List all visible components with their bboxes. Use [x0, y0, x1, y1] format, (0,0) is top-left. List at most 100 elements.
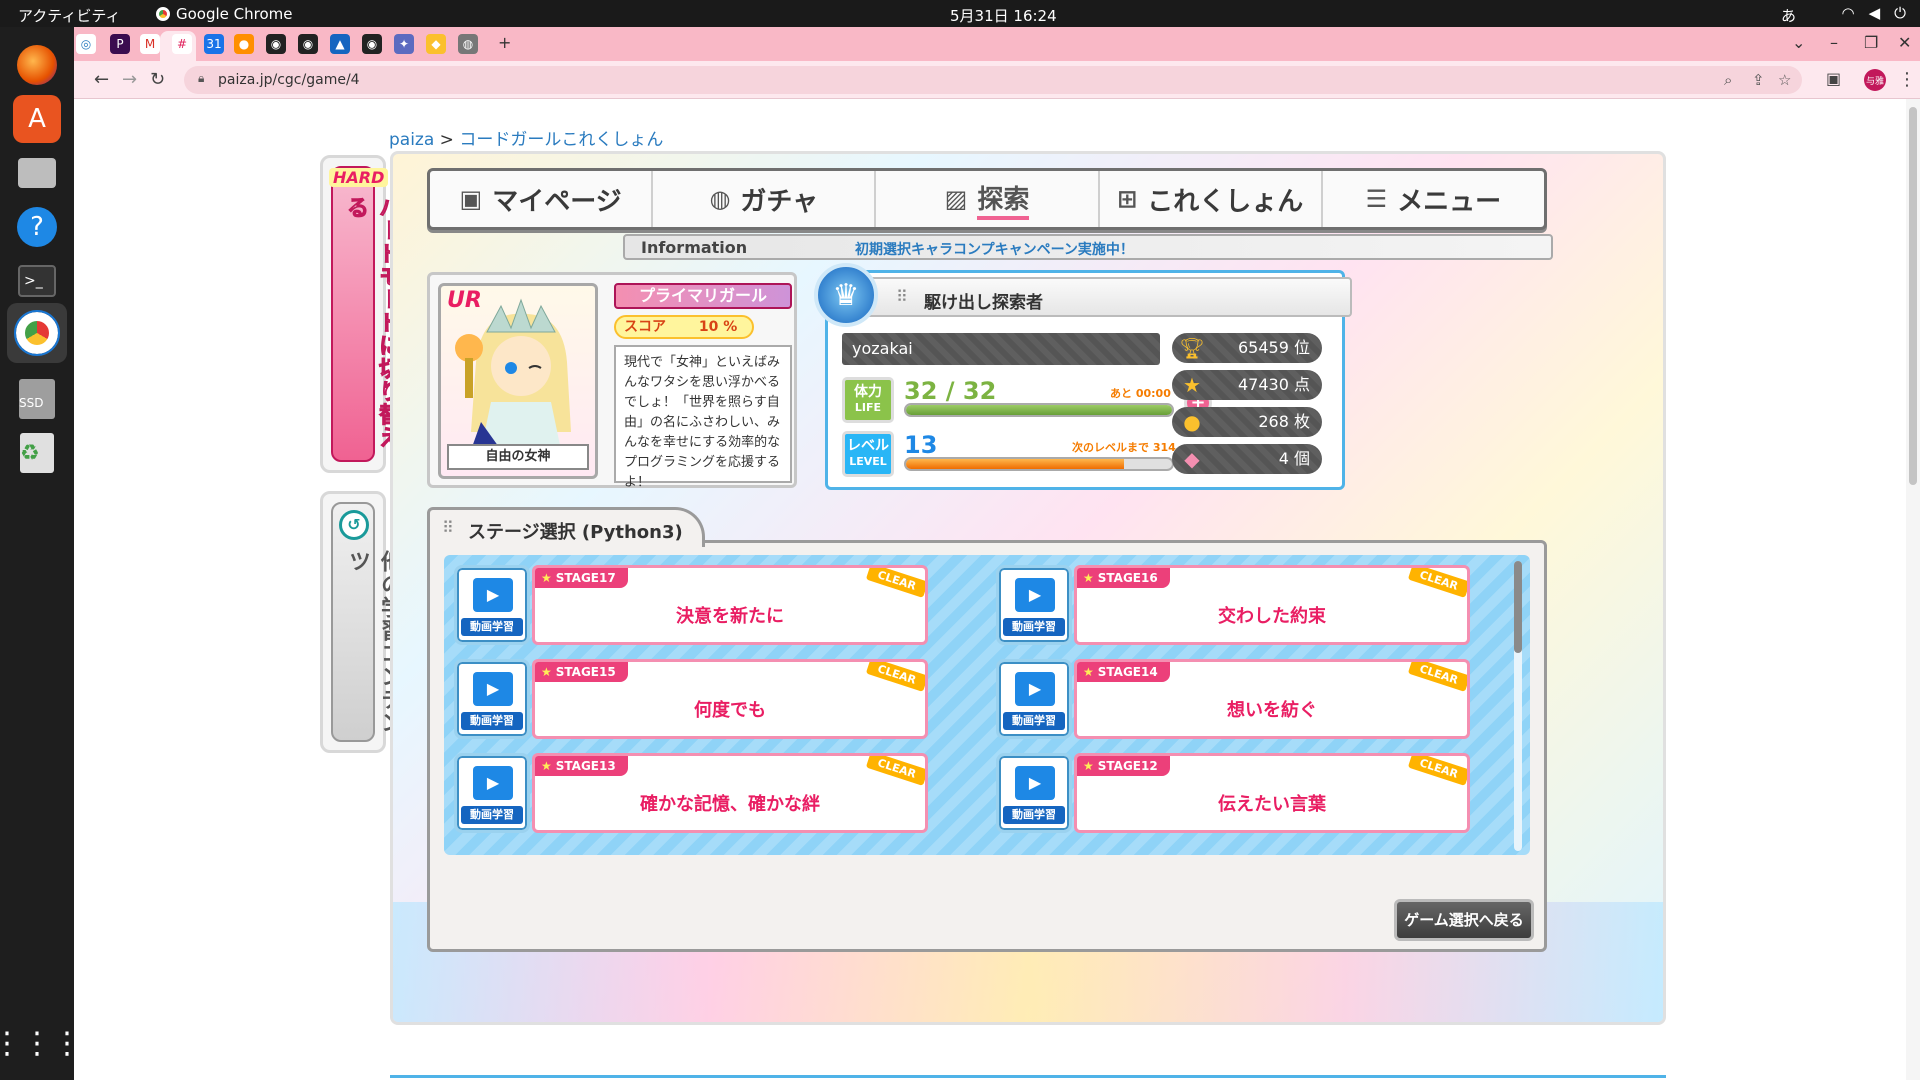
- stage-title: 確かな記憶、確かな絆: [640, 794, 820, 815]
- profile-avatar[interactable]: 与雅: [1864, 69, 1886, 91]
- character-portrait[interactable]: UR 自由の女神: [438, 283, 598, 479]
- stage-card[interactable]: STAGE14 CLEAR 想いを紡ぐ: [1074, 659, 1470, 739]
- help-icon[interactable]: ?: [13, 203, 61, 251]
- clear-badge: CLEAR: [1408, 662, 1467, 692]
- menu-explore-label: 探索: [977, 179, 1030, 220]
- maximize-button[interactable]: ❐: [1864, 33, 1878, 52]
- side-panel-icon[interactable]: ▣: [1826, 69, 1841, 88]
- profile-tab-icon[interactable]: ▲: [330, 34, 350, 54]
- video-lesson-button[interactable]: ▶ 動画学習: [996, 659, 1072, 739]
- coins-box: ● 268 枚: [1172, 407, 1322, 437]
- calendar-tab-icon[interactable]: 31: [204, 34, 224, 54]
- stage-list-scroll-thumb[interactable]: [1514, 561, 1522, 653]
- stage-card[interactable]: STAGE17 CLEAR 決意を新たに: [532, 565, 928, 645]
- life-bar: [904, 403, 1174, 417]
- input-method-indicator[interactable]: あ: [1781, 5, 1796, 26]
- menu-menu[interactable]: ☰ メニュー: [1323, 171, 1544, 227]
- star-icon: ★: [1183, 373, 1201, 397]
- menu-collection[interactable]: ⊞ これくしょん: [1100, 171, 1323, 227]
- tab-icon-orange[interactable]: ●: [234, 34, 254, 54]
- stage-title: 交わした約束: [1218, 606, 1326, 627]
- drive-icon[interactable]: SSD: [13, 375, 61, 423]
- paiza-tab-icon[interactable]: ◎: [76, 34, 96, 54]
- page-scrollbar[interactable]: [1906, 99, 1920, 1080]
- python-tab-icon[interactable]: ◆: [426, 34, 446, 54]
- tab-icon-blue[interactable]: ✦: [394, 34, 414, 54]
- github-tab-icon-3[interactable]: ◉: [362, 34, 382, 54]
- video-lesson-button[interactable]: ▶ 動画学習: [454, 753, 530, 833]
- video-lesson-button[interactable]: ▶ 動画学習: [996, 753, 1072, 833]
- github-tab-icon-2[interactable]: ◉: [298, 34, 318, 54]
- app-center-icon[interactable]: A: [13, 95, 61, 143]
- breadcrumb-root-link[interactable]: paiza: [389, 130, 434, 150]
- life-value: 32 / 32: [904, 377, 997, 405]
- breadcrumb-current-link[interactable]: コードガールこれくしょん: [459, 130, 663, 150]
- new-tab-button[interactable]: +: [498, 33, 511, 52]
- stage-card[interactable]: STAGE16 CLEAR 交わした約束: [1074, 565, 1470, 645]
- github-tab-icon[interactable]: ◉: [266, 34, 286, 54]
- hard-mode-tab[interactable]: HARD ハードモードに切り替える: [320, 155, 401, 473]
- globe-tab-icon[interactable]: ◍: [458, 34, 478, 54]
- player-title: 駆け出し探索者: [924, 293, 1043, 313]
- stage-number: STAGE12: [1077, 756, 1170, 776]
- crown-icon: ♛: [814, 263, 878, 327]
- stage-number: STAGE16: [1077, 568, 1170, 588]
- stage-list[interactable]: ▶ 動画学習 STAGE17 CLEAR 決意を新たに ▶ 動画学習 STAGE16 CL…: [444, 555, 1530, 855]
- trash-icon[interactable]: ♻: [13, 429, 61, 477]
- zoom-icon[interactable]: ⌕: [1724, 71, 1732, 89]
- files-icon[interactable]: [13, 149, 61, 197]
- score-label: スコア: [624, 319, 666, 335]
- stage-title: 何度でも: [694, 700, 766, 721]
- stage-list-scrollbar[interactable]: [1514, 561, 1522, 851]
- app-menu[interactable]: Google Chrome: [156, 5, 293, 23]
- more-menu-icon[interactable]: ⋮: [1898, 69, 1916, 90]
- information-label: Information: [641, 238, 748, 257]
- character-name: 自由の女神: [447, 444, 589, 470]
- stage-card[interactable]: STAGE15 CLEAR 何度でも: [532, 659, 928, 739]
- activities-button[interactable]: アクティビティ: [18, 5, 120, 26]
- video-lesson-label: 動画学習: [461, 712, 523, 730]
- menu-explore[interactable]: ▨ 探索: [876, 171, 1100, 227]
- app-name: Google Chrome: [176, 5, 293, 23]
- address-bar[interactable]: 🔒︎ paiza.jp/cgc/game/4 ⌕ ⇪ ☆: [184, 66, 1802, 94]
- other-content-tab[interactable]: ↺ 他の学習コンテンツ: [320, 491, 402, 753]
- points-value: 47430 点: [1238, 375, 1310, 394]
- gmail-tab-icon[interactable]: M: [140, 34, 160, 54]
- menu-mypage-label: マイページ: [492, 186, 622, 217]
- back-button[interactable]: ←: [94, 69, 109, 90]
- trophy-icon: 🏆︎: [1179, 336, 1205, 360]
- slack-tab-icon[interactable]: #: [172, 34, 192, 54]
- life-label-jp: 体力: [854, 384, 882, 400]
- app-grid-icon[interactable]: ⋮⋮⋮: [0, 1019, 82, 1067]
- video-lesson-button[interactable]: ▶ 動画学習: [454, 565, 530, 645]
- video-lesson-button[interactable]: ▶ 動画学習: [996, 565, 1072, 645]
- game-menu-bar: ▣ マイページ ◍ ガチャ ▨ 探索 ⊞ これくしょん ☰ メニュー: [427, 168, 1547, 230]
- information-message[interactable]: 初期選択キャラコンプキャンペーン実施中！: [855, 239, 1134, 259]
- rank-box: 🏆︎ 65459 位: [1172, 333, 1322, 363]
- player-title-bar: ⠿ 駆け出し探索者: [864, 277, 1352, 317]
- stage-number: STAGE15: [535, 662, 628, 682]
- minimize-button[interactable]: –: [1830, 33, 1838, 52]
- points-box: ★ 47430 点: [1172, 370, 1322, 400]
- video-lesson-button[interactable]: ▶ 動画学習: [454, 659, 530, 739]
- chrome-dock-icon[interactable]: [7, 303, 67, 363]
- terminal-icon[interactable]: >_: [13, 257, 61, 305]
- breadcrumb: paiza > コードガールこれくしょん: [389, 125, 663, 150]
- level-value: 13: [904, 431, 938, 459]
- page-scroll-thumb[interactable]: [1909, 107, 1917, 485]
- system-tray[interactable]: ◠ ◀ ⏻: [1841, 4, 1906, 22]
- stage-card[interactable]: STAGE12 CLEAR 伝えたい言葉: [1074, 753, 1470, 833]
- firefox-icon[interactable]: [13, 41, 61, 89]
- tab-search-icon[interactable]: ⌄: [1792, 33, 1805, 52]
- bookmark-star-icon[interactable]: ☆: [1778, 71, 1791, 89]
- clock[interactable]: 5月31日 16:24: [950, 5, 1057, 26]
- share-icon[interactable]: ⇪: [1752, 71, 1765, 89]
- menu-gacha[interactable]: ◍ ガチャ: [653, 171, 877, 227]
- close-window-button[interactable]: ✕: [1898, 33, 1911, 52]
- back-to-game-select-button[interactable]: ゲーム選択へ戻る: [1394, 899, 1534, 941]
- reload-button[interactable]: ↻: [150, 69, 165, 90]
- menu-mypage[interactable]: ▣ マイページ: [430, 171, 654, 227]
- stage-card[interactable]: STAGE13 CLEAR 確かな記憶、確かな絆: [532, 753, 928, 833]
- p-tab-icon[interactable]: P: [110, 34, 130, 54]
- forward-button[interactable]: →: [122, 69, 137, 90]
